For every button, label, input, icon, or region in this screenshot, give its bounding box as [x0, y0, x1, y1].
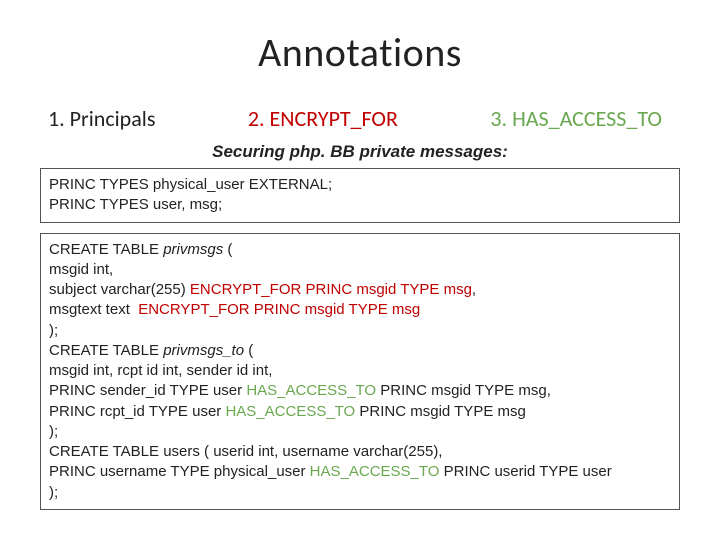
code-line: CREATE TABLE privmsgs_to ( — [49, 341, 671, 361]
code-line: msgtext text ENCRYPT_FOR PRINC msgid TYP… — [49, 300, 671, 320]
text: PRINC msgid TYPE msg — [355, 403, 526, 420]
text: privmsgs — [163, 241, 223, 258]
code-line: PRINC sender_id TYPE user HAS_ACCESS_TO … — [49, 381, 671, 401]
code-line: PRINC TYPES user, msg; — [49, 195, 671, 215]
text: privmsgs_to — [163, 342, 244, 359]
text: PRINC rcpt_id TYPE user — [49, 403, 225, 420]
code-line: CREATE TABLE users ( userid int, usernam… — [49, 442, 671, 462]
text: ( — [223, 241, 232, 258]
text: PRINC userid TYPE user — [439, 463, 611, 480]
code-box-create-tables: CREATE TABLE privmsgs ( msgid int, subje… — [40, 233, 680, 510]
text: CREATE TABLE — [49, 241, 163, 258]
code-line: PRINC TYPES physical_user EXTERNAL; — [49, 175, 671, 195]
code-line: ); — [49, 321, 671, 341]
text: subject varchar(255) — [49, 281, 190, 298]
code-line: subject varchar(255) ENCRYPT_FOR PRINC m… — [49, 280, 671, 300]
text: user, msg; — [149, 196, 222, 213]
code-line: ); — [49, 422, 671, 442]
text-has-access-to: HAS_ACCESS_TO — [310, 463, 440, 480]
slide-title: Annotations — [40, 28, 680, 77]
legend-principals: 1. Principals — [48, 105, 155, 132]
legend-row: 1. Principals 2. ENCRYPT_FOR 3. HAS_ACCE… — [40, 105, 680, 132]
text: PRINC sender_id TYPE user — [49, 382, 246, 399]
text: physical_user EXTERNAL; — [149, 176, 332, 193]
text: PRINC username TYPE physical_user — [49, 463, 310, 480]
text: PRINC TYPES — [49, 176, 149, 193]
text: msgtext text — [49, 301, 138, 318]
text-encrypt-for: ENCRYPT_FOR PRINC msgid TYPE msg — [138, 301, 420, 318]
text: CREATE TABLE — [49, 342, 163, 359]
text-has-access-to: HAS_ACCESS_TO — [246, 382, 376, 399]
slide: Annotations 1. Principals 2. ENCRYPT_FOR… — [0, 0, 720, 540]
text-has-access-to: HAS_ACCESS_TO — [225, 403, 355, 420]
code-line: ); — [49, 483, 671, 503]
text: PRINC TYPES — [49, 196, 149, 213]
code-line: msgid int, rcpt id int, sender id int, — [49, 361, 671, 381]
code-box-princ-types: PRINC TYPES physical_user EXTERNAL; PRIN… — [40, 168, 680, 223]
legend-encrypt-for: 2. ENCRYPT_FOR — [248, 105, 398, 132]
text: ( — [244, 342, 253, 359]
code-line: PRINC username TYPE physical_user HAS_AC… — [49, 462, 671, 482]
code-line: CREATE TABLE privmsgs ( — [49, 240, 671, 260]
text-encrypt-for: ENCRYPT_FOR PRINC msgid TYPE msg — [190, 281, 472, 298]
subtitle: Securing php. BB private messages: — [40, 142, 680, 162]
legend-has-access-to: 3. HAS_ACCESS_TO — [490, 105, 662, 132]
code-line: PRINC rcpt_id TYPE user HAS_ACCESS_TO PR… — [49, 402, 671, 422]
text: , — [472, 281, 476, 298]
text: PRINC msgid TYPE msg, — [376, 382, 551, 399]
code-line: msgid int, — [49, 260, 671, 280]
